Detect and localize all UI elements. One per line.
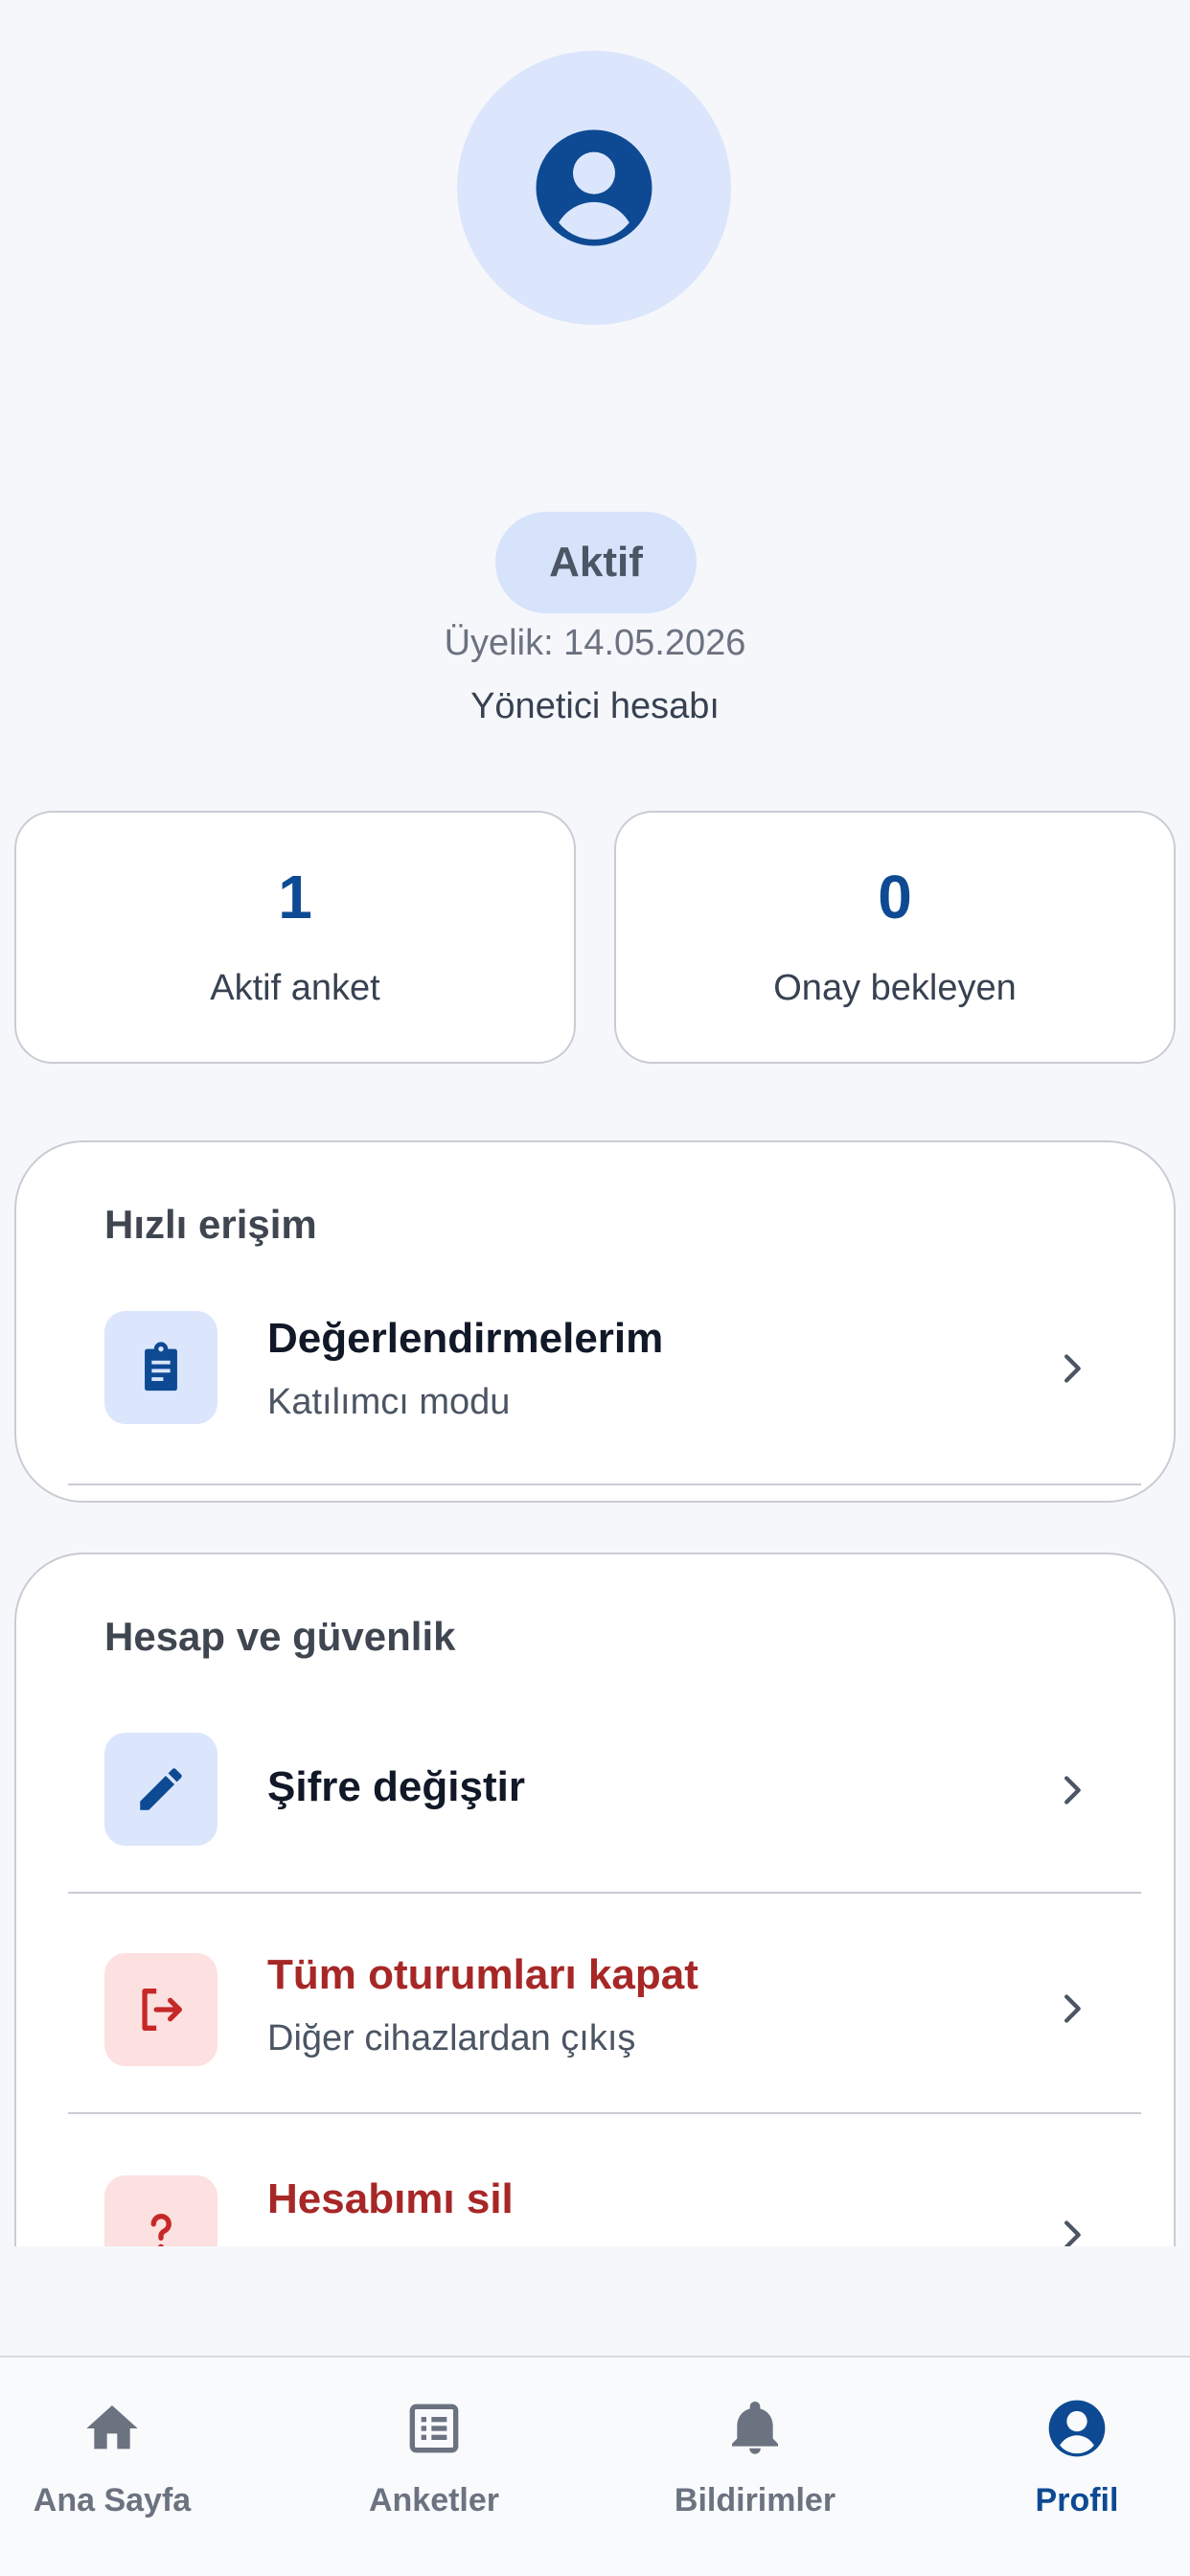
menu-item-delete-account[interactable]: Hesabımı sil bbox=[16, 2137, 1174, 2262]
quick-access-card: Hızlı erişim Değerlendirmelerim Katılımc… bbox=[14, 1140, 1176, 1503]
divider bbox=[68, 1892, 1141, 1894]
nav-item-profile[interactable]: Profil bbox=[928, 2358, 1190, 2549]
menu-item-title: Değerlendirmelerim bbox=[267, 1315, 664, 1362]
scroll-clip bbox=[0, 2246, 1190, 2358]
user-avatar-icon bbox=[536, 129, 652, 246]
menu-item-title: Hesabımı sil bbox=[267, 2175, 514, 2222]
home-icon bbox=[86, 2405, 138, 2450]
stat-value: 0 bbox=[878, 862, 912, 932]
nav-label: Bildirimler bbox=[674, 2482, 836, 2518]
clipboard-icon bbox=[104, 1311, 217, 1424]
logout-icon bbox=[104, 1953, 217, 2066]
divider bbox=[68, 2112, 1141, 2114]
menu-item-title: Şifre değiştir bbox=[267, 1763, 525, 1810]
menu-item-subtitle: Diğer cihazlardan çıkış bbox=[267, 2018, 636, 2058]
chevron-right-icon bbox=[1064, 1994, 1081, 2023]
chevron-right-icon bbox=[1064, 1776, 1081, 1805]
avatar[interactable] bbox=[457, 51, 731, 325]
chevron-right-icon bbox=[1064, 1354, 1081, 1383]
pencil-icon bbox=[104, 1733, 217, 1846]
menu-item-close-all-sessions[interactable]: Tüm oturumları kapat Diğer cihazlardan ç… bbox=[16, 1917, 1174, 2128]
stat-label: Aktif anket bbox=[210, 967, 380, 1008]
profile-page: Aktif Üyelik: 14.05.2026 Yönetici hesabı… bbox=[0, 0, 1190, 2576]
stat-label: Onay bekleyen bbox=[773, 967, 1017, 1008]
stat-card-active-surveys[interactable]: 1 Aktif anket bbox=[14, 811, 576, 1064]
profile-icon bbox=[1048, 2400, 1106, 2457]
nav-label: Profil bbox=[1035, 2482, 1119, 2518]
menu-item-title: Tüm oturumları kapat bbox=[267, 1951, 698, 1998]
account-type: Yönetici hesabı bbox=[470, 686, 720, 726]
membership-date: Üyelik: 14.05.2026 bbox=[444, 623, 746, 663]
menu-item-subtitle: Katılımcı modu bbox=[267, 1382, 511, 1422]
nav-label: Ana Sayfa bbox=[33, 2482, 192, 2518]
nav-label: Anketler bbox=[368, 2482, 500, 2518]
nav-item-notifications[interactable]: Bildirimler bbox=[606, 2358, 904, 2549]
status-badge: Aktif bbox=[495, 512, 697, 613]
nav-item-home[interactable]: Ana Sayfa bbox=[0, 2358, 261, 2549]
menu-item-evaluations[interactable]: Değerlendirmelerim Katılımcı modu bbox=[16, 1286, 1174, 1497]
menu-item-change-password[interactable]: Şifre değiştir bbox=[16, 1698, 1174, 1909]
section-title: Hesap ve güvenlik bbox=[104, 1614, 456, 1659]
divider bbox=[68, 1484, 1141, 1485]
section-title: Hızlı erişim bbox=[104, 1202, 317, 1247]
bell-icon bbox=[732, 2402, 778, 2454]
stat-card-pending-approval[interactable]: 0 Onay bekleyen bbox=[614, 811, 1176, 1064]
bottom-navigation: Ana Sayfa Anketler Bildirimler Profil bbox=[0, 2356, 1190, 2576]
account-security-card: Hesap ve güvenlik Şifre değiştir Tüm otu… bbox=[14, 1552, 1176, 2262]
list-icon bbox=[409, 2404, 459, 2453]
nav-item-surveys[interactable]: Anketler bbox=[286, 2358, 583, 2549]
stat-value: 1 bbox=[278, 862, 312, 932]
